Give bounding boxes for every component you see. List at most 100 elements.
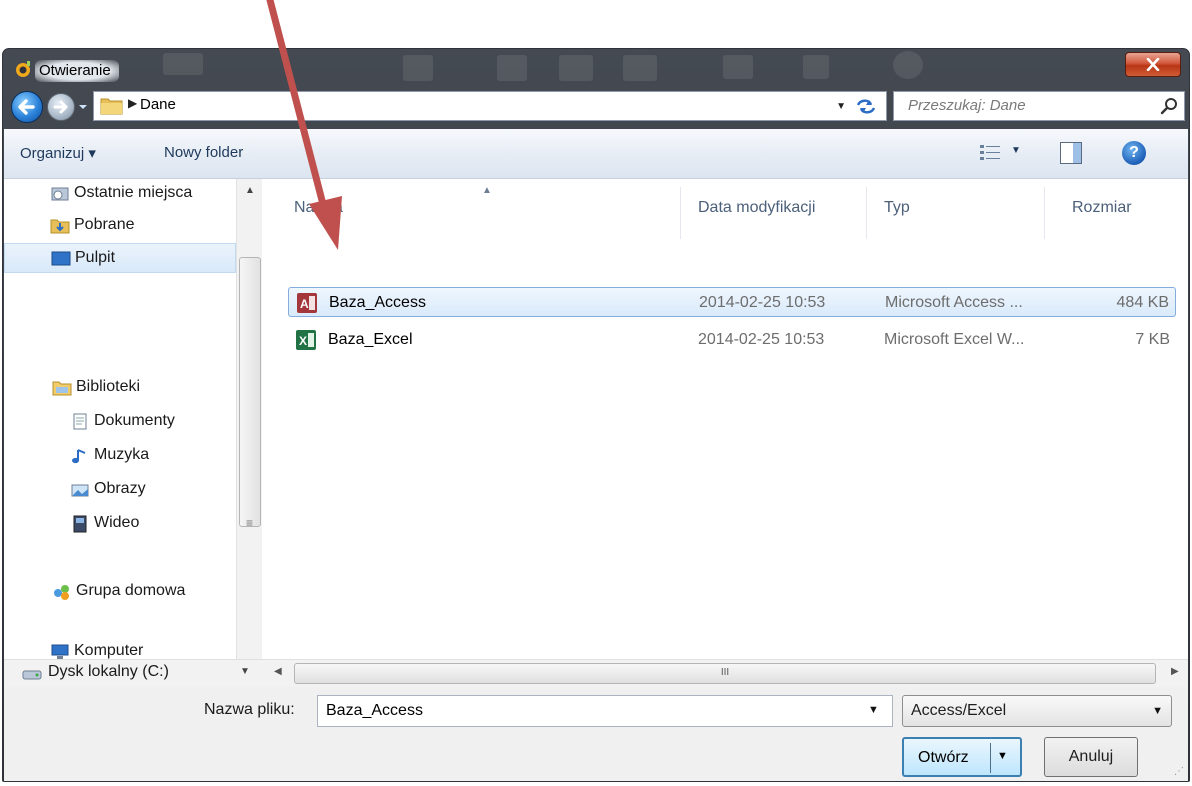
background-toolbar-ghost [893,51,923,79]
file-type: Microsoft Excel W... [884,331,1025,348]
column-divider[interactable] [1044,187,1045,239]
dialog-body: Ostatnie miejsca Pobrane Pulpit Bibliote… [4,179,1188,659]
search-input[interactable]: Przeszukaj: Dane [893,91,1185,121]
dialog-footer: Nazwa pliku: ▼ Access/Excel ▼ Otwórz ▼ A… [4,687,1188,781]
filetype-value: Access/Excel [911,702,1007,719]
access-file-icon: A [297,293,317,313]
title-bar[interactable]: Otwieranie [3,49,1189,87]
sidebar-item-label: Komputer [74,642,144,659]
open-file-dialog: Otwieranie ▶ Dane ▼ Przeszukaj: Dane Org… [2,48,1190,782]
pictures-icon [71,484,89,497]
help-icon[interactable]: ? [1122,141,1146,165]
scroll-right-icon[interactable]: ▶ [1171,666,1179,677]
sidebar-item-label: Grupa domowa [76,582,186,599]
grip-icon: ≡ [246,516,254,530]
documents-icon [73,413,87,430]
sidebar-item-video[interactable]: Wideo [4,509,236,539]
sidebar-item-libraries[interactable]: Biblioteki [4,373,236,403]
background-toolbar-ghost [623,55,657,81]
column-header-name[interactable]: Nazwa [294,199,343,217]
preview-pane-icon[interactable] [1060,142,1082,164]
downloads-folder-icon [50,219,70,234]
file-size: 7 KB [1135,331,1170,348]
app-icon [16,61,30,77]
file-list: ▲ Nazwa Data modyfikacji Typ Rozmiar A B… [262,179,1188,659]
background-toolbar-ghost [559,55,593,81]
arrow-right-icon [53,100,68,114]
forward-button[interactable] [47,93,75,121]
address-dropdown-icon[interactable]: ▼ [836,101,846,112]
breadcrumb-separator-icon[interactable]: ▶ [128,96,137,110]
background-toolbar-ghost [163,53,203,75]
column-divider[interactable] [866,187,867,239]
resize-grip-icon[interactable]: ⋰ [1174,766,1184,777]
organize-button[interactable]: Organizuj ▾ [20,144,96,162]
background-toolbar-ghost [403,55,433,81]
open-options-dropdown-icon[interactable]: ▼ [997,750,1008,762]
desktop-icon [51,251,71,266]
open-button-label: Otwórz [918,749,969,766]
file-row-baza-excel[interactable]: X Baza_Excel 2014-02-25 10:53 Microsoft … [288,325,1176,355]
filename-input[interactable] [317,695,893,727]
scrollbar-thumb[interactable]: ≡ [239,257,261,530]
recent-locations-dropdown-icon[interactable] [77,101,89,113]
folder-icon [100,98,123,115]
column-header-date[interactable]: Data modyfikacji [698,199,815,217]
refresh-icon[interactable] [855,97,877,115]
sidebar-item-label: Pobrane [74,216,135,233]
scroll-up-icon[interactable]: ▲ [245,185,255,196]
sidebar-item-homegroup[interactable]: Grupa domowa [4,577,236,607]
address-bar[interactable]: ▶ Dane ▼ [93,91,887,121]
search-icon[interactable] [1160,97,1178,115]
search-placeholder: Przeszukaj: Dane [908,97,1026,114]
column-header-type[interactable]: Typ [884,199,910,217]
sidebar-item-documents[interactable]: Dokumenty [4,407,236,437]
filename-dropdown-icon[interactable]: ▼ [868,704,879,716]
sidebar-item-desktop[interactable]: Pulpit [4,243,236,273]
sidebar-item-label: Wideo [94,514,140,531]
change-view-icon[interactable] [979,143,1001,163]
filename-label: Nazwa pliku: [204,701,295,718]
horizontal-scrollbar-thumb[interactable]: III [294,663,1156,684]
scroll-down-icon[interactable]: ▼ [240,666,250,677]
navigation-pane-scrollbar[interactable]: ▲ ≡ [236,179,262,659]
close-icon [1146,58,1160,71]
sidebar-item-downloads[interactable]: Pobrane [4,211,236,241]
recent-places-icon [51,187,69,201]
filetype-select[interactable]: Access/Excel ▼ [902,695,1172,727]
file-name: Baza_Access [329,294,426,311]
breadcrumb-dane[interactable]: Dane [140,96,176,113]
sidebar-item-label: Muzyka [94,446,150,463]
excel-file-icon: X [296,330,316,350]
filetype-dropdown-icon: ▼ [1152,705,1163,717]
sidebar-item-recent-places[interactable]: Ostatnie miejsca [4,179,236,209]
computer-icon [51,644,69,659]
sidebar-item-music[interactable]: Muzyka [4,441,236,471]
arrow-left-icon [18,99,35,115]
sidebar-item-computer[interactable]: Komputer [4,637,236,667]
svg-text:A: A [300,297,309,311]
music-icon [72,449,86,464]
column-header-size[interactable]: Rozmiar [1072,199,1132,217]
sidebar-item-pictures[interactable]: Obrazy [4,475,236,505]
scroll-left-icon[interactable]: ◀ [274,666,282,677]
back-button[interactable] [11,91,43,123]
local-disk-icon [22,670,42,680]
sort-ascending-icon: ▲ [482,185,492,196]
cancel-button[interactable]: Anuluj [1044,737,1138,777]
views-dropdown-icon[interactable]: ▼ [1011,145,1021,156]
homegroup-icon [54,585,69,600]
open-button[interactable]: Otwórz ▼ [902,737,1022,777]
file-row-baza-access[interactable]: A Baza_Access 2014-02-25 10:53 Microsoft… [288,287,1176,317]
background-toolbar-ghost [723,55,753,79]
navigation-bar: ▶ Dane ▼ Przeszukaj: Dane [3,87,1189,127]
sidebar-item-label: Biblioteki [76,378,141,395]
new-folder-button[interactable]: Nowy folder [164,144,243,161]
file-size: 484 KB [1116,294,1169,311]
close-button[interactable] [1125,52,1181,77]
video-icon [73,515,87,533]
background-toolbar-ghost [497,55,527,81]
file-date: 2014-02-25 10:53 [699,294,826,311]
column-divider[interactable] [680,187,681,239]
navigation-pane: Ostatnie miejsca Pobrane Pulpit Bibliote… [4,179,262,659]
